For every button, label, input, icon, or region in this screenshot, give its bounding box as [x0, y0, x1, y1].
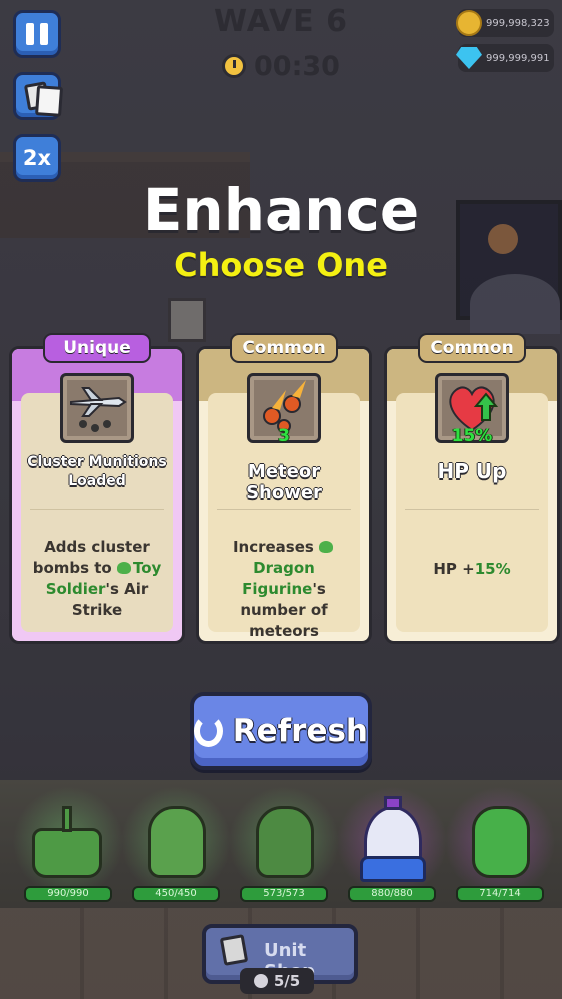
unit-slot-dragon[interactable]: 714/714 [440, 782, 560, 904]
skill-count-badge: 3 [278, 426, 290, 446]
card-divider [405, 509, 539, 510]
unit-slot-commando[interactable]: 573/573 [224, 782, 344, 904]
meteor-icon: 3 [247, 373, 321, 446]
enhance-card-2[interactable]: Common 3 Meteor Shower Increases Dragon … [196, 333, 372, 644]
timer-value: 00:30 [254, 50, 340, 82]
heart-up-icon: 15% [435, 373, 509, 446]
enhance-card-3[interactable]: Common 15% HP Up HP +15% [384, 333, 560, 644]
refresh-label: Refresh [232, 713, 368, 749]
unit-hp-bar: 573/573 [240, 886, 328, 902]
card-name: HP Up [437, 459, 507, 483]
toy-soldier-icon [116, 562, 131, 574]
commando-unit-icon [256, 806, 314, 878]
dragon-unit-icon [472, 806, 530, 878]
card-divider [30, 509, 164, 510]
card-divider [217, 509, 351, 510]
unit-hp-bar: 990/990 [24, 886, 112, 902]
gem-counter: 999,999,991 [456, 44, 554, 72]
coin-value: 999,998,323 [486, 17, 550, 29]
unit-name-highlight: Dragon Figurine [242, 559, 315, 598]
soldier-unit-icon [148, 806, 206, 878]
wave-timer: 00:30 [222, 50, 340, 82]
unit-slot-gumball[interactable]: 880/880 [332, 782, 452, 904]
card-description: Adds cluster bombs to Toy Soldier's Air … [32, 538, 162, 619]
gem-icon [456, 47, 482, 69]
cards-icon [23, 81, 51, 111]
dragon-figurine-icon [319, 541, 334, 553]
unit-capacity: 5/5 [240, 968, 314, 994]
card-description: HP +15% [433, 560, 511, 578]
coin-icon [456, 10, 482, 36]
speed-label: 2x [22, 146, 52, 170]
skill-percent-badge: 15% [451, 426, 493, 446]
card-name: Cluster Munitions Loaded [27, 454, 167, 489]
refresh-button[interactable]: Refresh [190, 692, 372, 770]
gem-value: 999,999,991 [486, 52, 550, 64]
page-title: Enhance [142, 176, 420, 244]
tank-unit-icon [32, 828, 102, 878]
unit-hp-bar: 714/714 [456, 886, 544, 902]
unit-count-value: 5/5 [273, 972, 301, 990]
refresh-icon [194, 715, 223, 747]
clock-icon [222, 54, 246, 78]
card-description: Increases Dragon Figurine's number of me… [209, 537, 359, 642]
stat-value-highlight: 15% [474, 560, 511, 578]
coin-counter: 999,998,323 [456, 9, 554, 37]
rarity-badge: Common [418, 333, 526, 363]
enhance-card-1[interactable]: Unique Cluster Munitions Loaded Adds clu… [9, 333, 185, 644]
rarity-badge: Unique [43, 333, 151, 363]
unit-hp-bar: 880/880 [348, 886, 436, 902]
rarity-badge: Common [230, 333, 338, 363]
unit-slot-tank[interactable]: 990/990 [8, 782, 128, 904]
cards-button[interactable] [13, 72, 61, 120]
person-icon [253, 974, 268, 988]
card-name: Meteor Shower [246, 461, 322, 503]
speed-button[interactable]: 2x [13, 134, 61, 182]
bomber-plane-icon [60, 373, 134, 443]
unit-slot-soldier[interactable]: 450/450 [116, 782, 236, 904]
cards-icon [219, 934, 249, 966]
unit-hp-bar: 450/450 [132, 886, 220, 902]
page-subtitle: Choose One [174, 246, 388, 284]
